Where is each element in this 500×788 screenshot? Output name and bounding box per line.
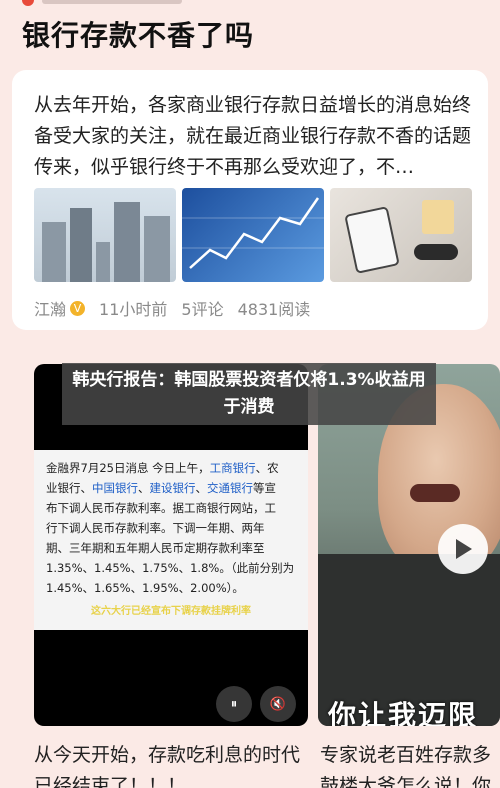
pause-icon: ⏸ [230,696,238,712]
article-thumbnails [34,188,472,282]
article-card[interactable]: 从去年开始，各家商业银行存款日益增长的消息始终备受大家的关注，就在最近商业银行存… [12,70,488,330]
page-title: 银行存款不香了吗 [22,19,255,52]
video-title-left[interactable]: 从今天开始，存款吃利息的时代已经结束了！！！ [34,740,312,788]
news-line: 行下调人民币存款利率。下调一年期、两年 [46,518,296,538]
news-line: 1.35%、1.45%、1.75%、1.8%。（此前分别为 [46,558,296,578]
mouth-shape [410,484,460,502]
news-line-segment: 行下调人民币存款利率。下调一年期、两年 [46,521,265,535]
news-line-segment: 建设银行 [149,481,196,495]
toast-popup: 韩央行报告：韩国股票投资者仅将1.3%收益用于消费 [62,363,436,425]
news-line-segment: 金融界7月25日消息 今日上午， [46,461,210,475]
news-line-segment: 、农 [255,461,279,475]
news-line-segment: 工商银行 [209,461,256,475]
verified-badge-icon: V [70,300,86,316]
video-title-right[interactable]: 专家说老百姓存款多鼓楼大爷怎么说！你 [320,740,500,788]
news-line-segment: 交通银行 [207,481,253,495]
top-cut-strip [0,0,500,8]
news-line-segment: 业银行、 [46,481,92,495]
red-dot-icon [22,0,34,6]
comment-count[interactable]: 5评论 [181,296,223,320]
stock-chart-image[interactable] [182,188,324,282]
news-line-segment: 、 [195,481,208,495]
desk-phone-image[interactable] [330,188,472,282]
play-icon [456,539,472,559]
post-time: 11小时前 [99,300,168,319]
article-meta: 江瀚 V 11小时前 5评论 4831阅读 [34,296,310,320]
news-line-segment: 期、三年期和五年期人民币定期存款利率至 [46,541,265,555]
pause-button[interactable]: ⏸ [216,686,252,722]
news-line: 1.45%、1.65%、1.95%、2.00%）。 [46,578,296,598]
news-line-segment: 、 [138,481,150,495]
video-overlay-text: 你让我迈限 [328,699,479,726]
video-caption: 这六大行已经宣布下调存款挂牌利率 [91,606,251,617]
city-buildings-image[interactable] [34,188,176,282]
chart-line-icon [182,197,324,269]
news-line: 金融界7月25日消息 今日上午，工商银行、农 [46,458,296,478]
read-count: 4831阅读 [237,300,311,319]
article-text[interactable]: 从去年开始，各家商业银行存款日益增长的消息始终备受大家的关注，就在最近商业银行存… [34,90,474,183]
mute-button[interactable]: 🔇 [260,686,296,722]
news-line-segment: 等宣 [253,481,276,495]
video-title-right-text: 专家说老百姓存款多鼓楼大爷怎么说！你 [320,744,492,788]
play-button[interactable] [438,524,488,574]
news-line-segment: 中国银行 [92,481,138,495]
news-line: 期、三年期和五年期人民币定期存款利率至 [46,538,296,558]
author-name[interactable]: 江瀚 [34,296,66,320]
news-line-segment: 1.35%、1.45%、1.75%、1.8%。（此前分别为 [46,561,295,575]
news-line: 布下调人民币存款利率。据工商银行网站，工 [46,498,296,518]
news-line-segment: 1.45%、1.65%、1.95%、2.00%）。 [46,581,244,595]
news-line: 业银行、中国银行、建设银行、交通银行等宣 [46,478,296,498]
cut-off-text [42,0,182,4]
news-line-segment: 布下调人民币存款利率。据工商银行网站，工 [46,501,276,515]
mute-icon: 🔇 [269,696,287,712]
